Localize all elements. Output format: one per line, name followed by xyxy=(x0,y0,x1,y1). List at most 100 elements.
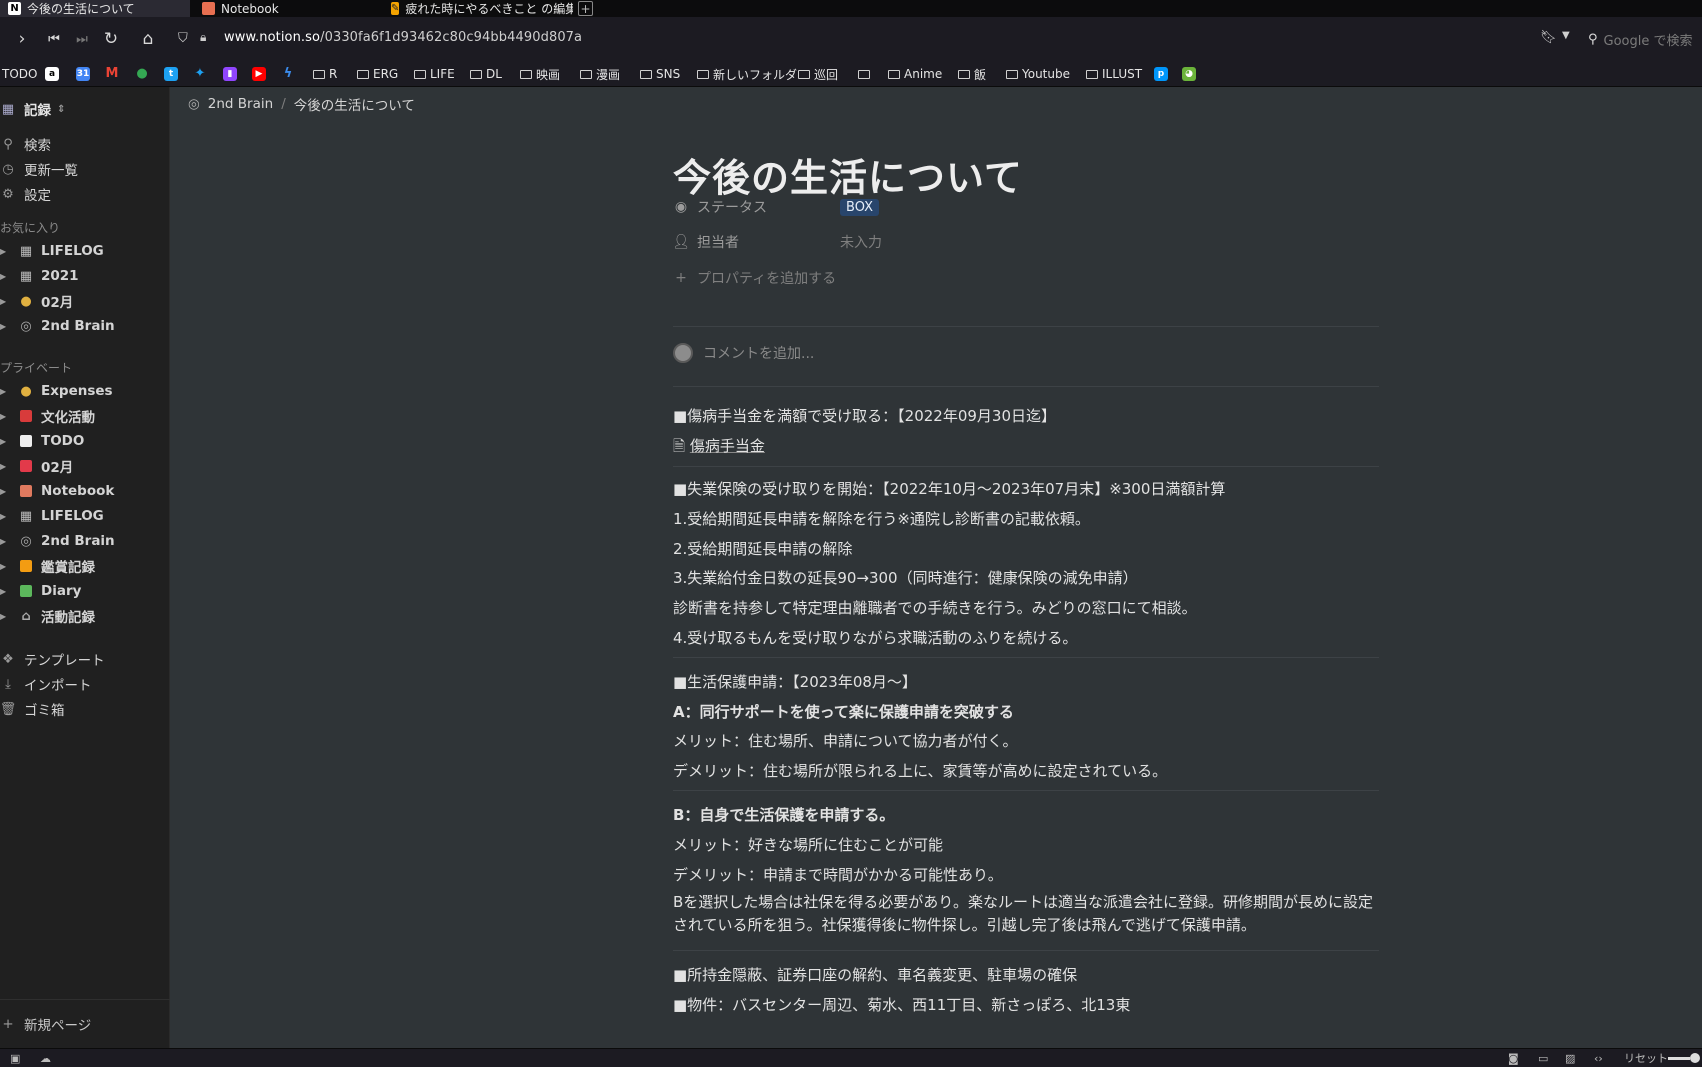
bookmark-todo[interactable]: TODO xyxy=(2,65,37,83)
expand-triangle-icon[interactable]: ▶ xyxy=(0,412,10,421)
bookmark-folder-sns[interactable]: SNS xyxy=(640,65,680,83)
sidebar-item-feb[interactable]: ▶ ● 02月 xyxy=(0,289,73,313)
skip-back-button[interactable]: ⏮ xyxy=(42,27,66,51)
text-block[interactable]: 3.失業給付金日数の延長90→300（同時進行：健康保険の減免申請） xyxy=(673,567,1138,588)
page-link[interactable]: 🗎︎ 傷病手当金 xyxy=(673,435,765,461)
search-bar[interactable]: ⚲ Google で検索 xyxy=(1582,25,1702,53)
text-block[interactable]: 2.受給期間延長申請の解除 xyxy=(673,538,852,559)
expand-triangle-icon[interactable]: ▶ xyxy=(0,562,10,571)
expand-triangle-icon[interactable]: ▶ xyxy=(0,512,10,521)
slider-thumb[interactable] xyxy=(1690,1053,1700,1063)
text-block[interactable]: ■所持金隠蔽、証券口座の解約、車名義変更、駐車場の確保 xyxy=(673,964,1077,985)
text-block[interactable]: ■失業保険の受け取りを開始：【2022年10月～2023年07月末】※300日満… xyxy=(673,478,1225,499)
chevron-down-icon[interactable]: ▼ xyxy=(1562,30,1570,41)
breadcrumb-current[interactable]: 今後の生活について xyxy=(294,94,415,114)
text-block[interactable]: メリット：好きな場所に住むことが可能 xyxy=(673,834,943,855)
sidebar-item-lifelog[interactable]: ▶ ▦ LIFELOG xyxy=(0,239,104,263)
bookmark-star-icon[interactable]: 🔖︎ xyxy=(1540,30,1557,45)
screenshot-icon[interactable]: ◙ xyxy=(1508,1051,1519,1065)
bookmark-youtube[interactable]: ▶ xyxy=(252,65,266,83)
bookmark-folder-erg[interactable]: ERG xyxy=(357,65,398,83)
bookmark-pixiv[interactable]: p xyxy=(1154,65,1168,83)
expand-triangle-icon[interactable]: ▶ xyxy=(0,612,10,621)
text-block[interactable]: メリット：住む場所、申請について協力者が付く。 xyxy=(673,730,1018,751)
sidebar-toggle-icon[interactable]: ▣ xyxy=(10,1051,20,1065)
new-page-button[interactable]: + 新規ページ xyxy=(0,999,170,1048)
comment-input[interactable]: コメントを追加... xyxy=(673,339,814,367)
home-button[interactable]: ⌂ xyxy=(136,27,160,51)
expand-triangle-icon[interactable]: ▶ xyxy=(0,387,10,396)
sidebar-item-lifelog-2[interactable]: ▶ ▦ LIFELOG xyxy=(0,504,104,528)
heading-block[interactable]: A：同行サポートを使って楽に保護申請を突破する xyxy=(673,701,1014,722)
status-badge[interactable]: BOX xyxy=(840,198,879,216)
skip-forward-button[interactable]: ⏭ xyxy=(70,27,94,51)
sidebar-item-notebook[interactable]: ▶ Notebook xyxy=(0,479,114,503)
sidebar-item-culture[interactable]: ▶ 文化活動 xyxy=(0,404,95,428)
bookmark-folder-life[interactable]: LIFE xyxy=(414,65,455,83)
sidebar-templates[interactable]: ❖ テンプレート xyxy=(0,647,104,671)
expand-triangle-icon[interactable]: ▶ xyxy=(0,587,10,596)
bookmark-twitter-a[interactable]: t xyxy=(164,65,178,83)
text-block[interactable]: デメリット：住む場所が限られる上に、家賃等が高めに設定されている。 xyxy=(673,760,1167,781)
window-icon[interactable]: ▭ xyxy=(1538,1051,1548,1065)
image-icon[interactable]: ▨ xyxy=(1565,1051,1575,1065)
bookmark-folder-illust[interactable]: ILLUST xyxy=(1086,65,1142,83)
sidebar-item-feb-2[interactable]: ▶ 02月 xyxy=(0,454,73,478)
bookmark-folder-patrol[interactable]: 巡回 xyxy=(798,65,838,83)
expand-triangle-icon[interactable]: ▶ xyxy=(0,272,10,281)
sidebar-settings[interactable]: ⚙ 設定 xyxy=(0,182,51,206)
breadcrumb-parent[interactable]: 2nd Brain xyxy=(208,96,273,112)
sidebar-item-diary[interactable]: ▶ Diary xyxy=(0,579,81,603)
expand-triangle-icon[interactable]: ▶ xyxy=(0,487,10,496)
zoom-slider[interactable] xyxy=(1668,1051,1700,1065)
sidebar-item-2nd-brain[interactable]: ▶ ◎ 2nd Brain xyxy=(0,314,115,338)
heading-block[interactable]: B：自身で生活保護を申請する。 xyxy=(673,804,894,825)
sidebar-item-2nd-brain-2[interactable]: ▶ ◎ 2nd Brain xyxy=(0,529,115,553)
reload-button[interactable]: ↻ xyxy=(99,27,123,51)
reset-label[interactable]: リセット xyxy=(1624,1051,1668,1065)
tab-edit[interactable]: ✎ 疲れた時にやるべきこと の編集 xyxy=(383,0,573,17)
expand-triangle-icon[interactable]: ▶ xyxy=(0,537,10,546)
code-icon[interactable]: ‹› xyxy=(1594,1051,1603,1065)
new-tab-button[interactable]: + xyxy=(578,1,593,16)
bookmark-maps[interactable]: ● xyxy=(135,65,149,83)
bookmark-folder-food[interactable]: 飯 xyxy=(958,65,986,83)
sidebar-item-appreciation[interactable]: ▶ 鑑賞記録 xyxy=(0,554,95,578)
expand-triangle-icon[interactable]: ▶ xyxy=(0,437,10,446)
property-assignee[interactable]: 👤︎ 担当者 未入力 xyxy=(672,229,1379,255)
bookmark-folder-manga[interactable]: 漫画 xyxy=(580,65,620,83)
bookmark-folder-dl[interactable]: DL xyxy=(470,65,502,83)
bookmark-feather[interactable]: ϟ xyxy=(281,65,295,83)
text-block[interactable]: 4.受け取るもんを受け取りながら求職活動のふりを続ける。 xyxy=(673,627,1077,648)
sidebar-import[interactable]: ⤓ インポート xyxy=(0,672,91,696)
sidebar-updates[interactable]: ◷ 更新一覧 xyxy=(0,157,78,181)
expand-triangle-icon[interactable]: ▶ xyxy=(0,322,10,331)
tab-notebook[interactable]: Notebook xyxy=(194,0,374,17)
bookmark-folder-anime[interactable]: Anime xyxy=(888,65,942,83)
bookmark-calendar[interactable]: 31 xyxy=(76,65,90,83)
add-property-button[interactable]: + プロパティを追加する xyxy=(673,265,1379,291)
text-block[interactable]: ■物件：バスセンター周辺、菊水、西11丁目、新さっぽろ、北13東 xyxy=(673,994,1130,1015)
text-block[interactable]: 1.受給期間延長申請を解除を行う※通院し診断書の記載依頼。 xyxy=(673,508,1090,529)
expand-triangle-icon[interactable]: ▶ xyxy=(0,462,10,471)
bookmark-folder-youtube[interactable]: Youtube xyxy=(1006,65,1070,83)
sidebar-search[interactable]: ⚲ 検索 xyxy=(0,132,51,156)
text-block[interactable]: ■傷病手当金を満額で受け取る：【2022年09月30日迄】 xyxy=(673,405,1056,426)
text-block[interactable]: 診断書を持参して特定理由離職者での手続きを行う。みどりの窓口にて相談。 xyxy=(673,597,1197,618)
text-block[interactable]: Bを選択した場合は社保を得る必要があり。楽なルートは適当な派遣会社に登録。研修期… xyxy=(673,891,1379,937)
bookmark-twitter-b[interactable]: ✦ xyxy=(193,65,207,83)
text-block[interactable]: ■生活保護申請：【2023年08月～】 xyxy=(673,671,917,692)
bookmark-frog[interactable]: ◕ xyxy=(1182,65,1196,83)
property-value-empty[interactable]: 未入力 xyxy=(840,232,882,252)
bookmark-folder-blank[interactable] xyxy=(858,65,874,83)
forward-button[interactable]: › xyxy=(10,27,34,51)
url-bar[interactable]: ⛉ 🔒︎ www.notion.so/0330fa6f1d93462c80c94… xyxy=(172,25,1580,53)
sidebar-item-2021[interactable]: ▶ ▦ 2021 xyxy=(0,264,79,288)
bookmark-folder-new[interactable]: 新しいフォルダ xyxy=(697,65,797,83)
bookmark-twitch[interactable]: ▮ xyxy=(223,65,237,83)
bookmark-amazon[interactable]: a xyxy=(45,65,59,83)
text-block[interactable]: デメリット：申請まで時間がかかる可能性あり。 xyxy=(673,864,1003,885)
expand-triangle-icon[interactable]: ▶ xyxy=(0,247,10,256)
bookmark-gmail[interactable]: M xyxy=(105,65,119,83)
tab-active[interactable]: N 今後の生活について xyxy=(0,0,190,17)
